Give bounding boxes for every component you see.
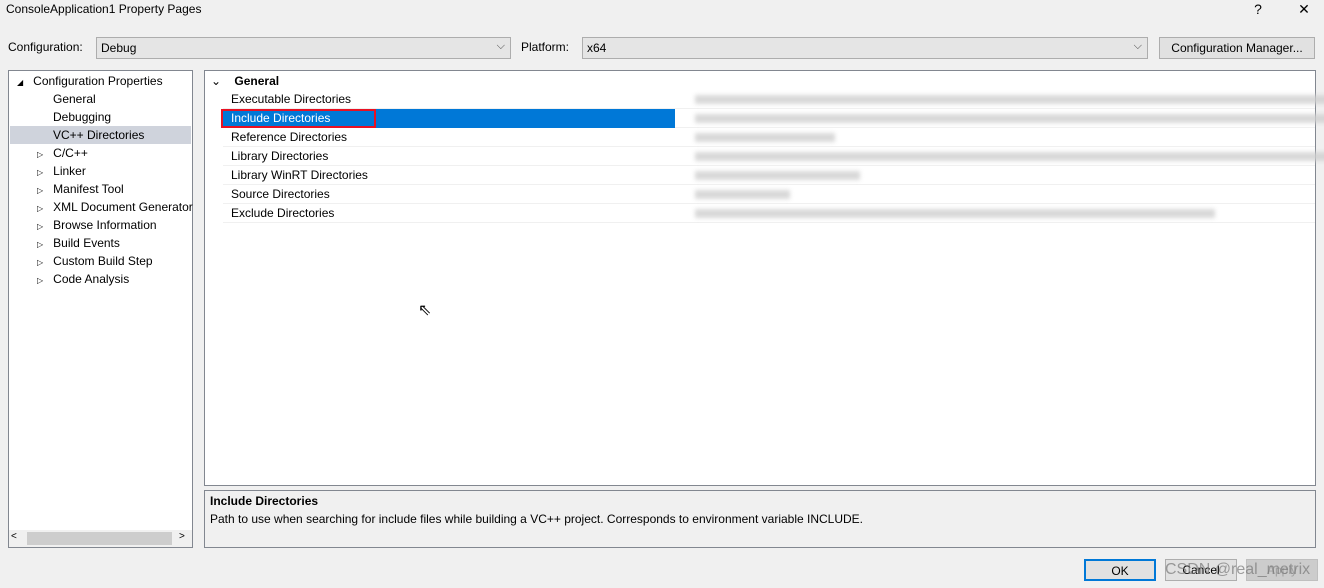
property-name: Exclude Directories [231,206,335,220]
property-name: Library WinRT Directories [231,168,368,182]
property-row[interactable]: Include Directories [221,109,1324,128]
property-value-blurred[interactable] [695,114,1324,123]
window-title: ConsoleApplication1 Property Pages [6,2,202,16]
tree-item[interactable]: ▷ Code Analysis [10,270,191,288]
tree-item[interactable]: ▷ Custom Build Step [10,252,191,270]
property-row[interactable]: Library Directories [223,147,1324,166]
tree-item-label: Manifest Tool [53,182,124,196]
section-title: General [234,74,280,88]
tree-item-label: XML Document Generator [53,200,193,214]
property-row[interactable]: Source Directories [223,185,1315,204]
chevron-down-icon: ⌵ [496,40,505,52]
property-name: Include Directories [231,111,331,125]
expand-icon[interactable]: ▷ [37,150,43,159]
configuration-value: Debug [101,41,137,55]
property-name: Source Directories [231,187,330,201]
collapse-icon[interactable]: ◢ [17,78,23,87]
property-row[interactable]: Executable Directories [223,90,1324,109]
tree-item[interactable]: General [10,90,191,108]
description-text: Path to use when searching for include f… [210,512,864,526]
property-row[interactable]: Library WinRT Directories [223,166,1315,185]
expand-icon[interactable]: ▷ [37,240,43,249]
property-name: Reference Directories [231,130,348,144]
help-button[interactable]: ? [1238,0,1278,20]
configuration-manager-button[interactable]: Configuration Manager... [1159,37,1315,59]
property-value-blurred[interactable] [695,152,1324,161]
property-row[interactable]: Reference Directories [223,128,1315,147]
property-grid[interactable]: ⌄ General Executable Directories Include … [204,70,1324,486]
tree-item-label: Linker [53,164,86,178]
tree-item-label: Browse Information [53,218,157,232]
ok-button[interactable]: OK [1084,559,1156,581]
tree-item[interactable]: Debugging [10,108,191,126]
tree-item[interactable]: ▷ XML Document Generator [10,198,193,216]
tree-item[interactable]: ▷ Build Events [10,234,191,252]
watermark: CSDN @real_metrix [1165,561,1311,578]
tree-item-label: VC++ Directories [53,128,145,142]
tree-item-label: General [53,92,96,106]
chevron-down-icon[interactable]: ⌄ [211,74,221,88]
tree-item[interactable]: ▷ C/C++ [10,144,191,162]
mouse-cursor-icon: ⇖ [418,302,432,319]
property-value-blurred[interactable] [695,133,835,142]
scroll-right-icon[interactable]: > [179,531,185,542]
chevron-down-icon: ⌵ [1133,40,1142,52]
tree-horizontal-scrollbar[interactable]: < > [9,530,192,547]
tree-item[interactable]: ▷ Browse Information [10,216,191,234]
property-value-blurred[interactable] [695,171,860,180]
tree-item-label: Custom Build Step [53,254,153,268]
configuration-label: Configuration: [8,40,83,54]
expand-icon[interactable]: ▷ [37,186,43,195]
tree-item[interactable]: ▷ Linker [10,162,191,180]
category-tree[interactable]: ◢ Configuration Properties General Debugg… [8,70,193,548]
platform-value: x64 [587,41,607,55]
tree-item-label: C/C++ [53,146,88,160]
scroll-thumb[interactable] [27,532,172,545]
tree-root-label: Configuration Properties [33,74,163,88]
tree-item-label: Debugging [53,110,112,124]
property-value-blurred[interactable] [695,95,1324,104]
expand-icon[interactable]: ▷ [37,258,43,267]
property-value-blurred[interactable] [695,190,790,199]
tree-item-label: Build Events [53,236,120,250]
close-button[interactable]: ✕ [1284,0,1324,20]
configuration-select[interactable]: Debug ⌵ [96,37,511,59]
description-panel: Include Directories Path to use when sea… [204,490,1316,548]
property-row[interactable]: Exclude Directories [223,204,1315,223]
property-name: Library Directories [231,149,329,163]
expand-icon[interactable]: ▷ [37,222,43,231]
property-name: Executable Directories [231,92,352,106]
description-title: Include Directories [210,494,319,508]
section-general[interactable]: ⌄ General [211,72,279,90]
tree-item[interactable]: VC++ Directories [10,126,191,144]
tree-item[interactable]: ▷ Manifest Tool [10,180,191,198]
tree-item-label: Code Analysis [53,272,130,286]
property-value-blurred[interactable] [695,209,1215,218]
scroll-left-icon[interactable]: < [11,531,17,542]
platform-label: Platform: [521,40,570,54]
platform-select[interactable]: x64 ⌵ [582,37,1148,59]
tree-root[interactable]: ◢ Configuration Properties [17,72,163,90]
expand-icon[interactable]: ▷ [37,168,43,177]
expand-icon[interactable]: ▷ [37,204,43,213]
expand-icon[interactable]: ▷ [37,276,43,285]
